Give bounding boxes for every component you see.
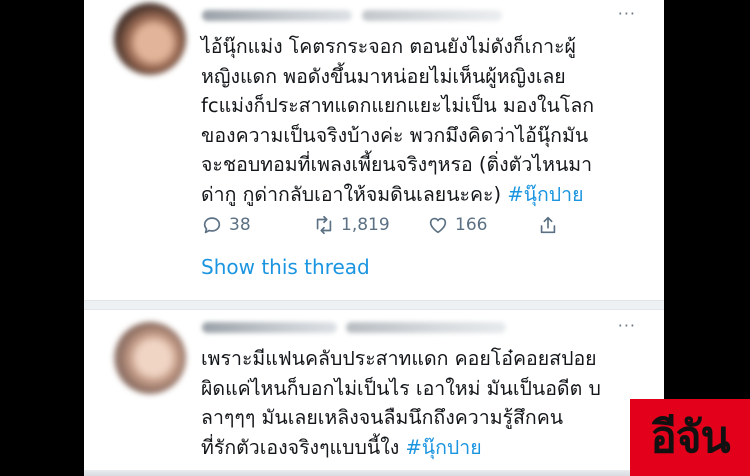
- reply-count: 38: [229, 215, 251, 235]
- more-icon[interactable]: ···: [618, 6, 636, 22]
- avatar[interactable]: [114, 3, 186, 75]
- show-thread-link[interactable]: Show this thread: [201, 254, 370, 280]
- tweet-line: หญิงแดก พอดังขึ้นมาหน่อยไม่เห็นผู้หญิงเล…: [201, 64, 566, 88]
- tweet-text: ไอ้นุ๊กแม่ง โคตรกระจอก ตอนยังไม่ดังก็เกา…: [201, 32, 651, 209]
- blurred-username: [202, 10, 352, 21]
- like-count: 166: [455, 215, 488, 235]
- blurred-username: [202, 322, 337, 333]
- retweet-icon: [316, 215, 332, 235]
- tweet-line: ไอ้นุ๊กแม่ง โคตรกระจอก ตอนยังไม่ดังก็เกา…: [201, 35, 576, 58]
- retweet-count: 1,819: [341, 215, 390, 235]
- blurred-handle: [362, 10, 502, 21]
- tweet-line: ของความเป็นจริงบ้างค่ะ พวกมึงคิดว่าไอ้นุ…: [201, 123, 589, 147]
- share-icon: [540, 216, 556, 234]
- tweet-actions: 38 1,819 166: [201, 214, 556, 242]
- tweet-line: ที่รักตัวเองจริงๆแบบนี้ใง #นุ๊กปาย: [201, 433, 651, 463]
- blurred-handle: [346, 322, 506, 333]
- tweet-line: เพราะมีแฟนคลับประสาทแดก คอยโอ๋คอยสปอย: [201, 347, 597, 370]
- tweet-2: ··· เพราะมีแฟนคลับประสาทแดก คอยโอ๋คอยสปอ…: [84, 310, 664, 476]
- like-button[interactable]: 166: [427, 214, 487, 236]
- tweet-line: จะชอบทอมที่เพลงเพี้ยนจริงๆหรอ (ติ่งตัวไห…: [201, 153, 593, 176]
- brand-logo-text: อีจัน: [650, 411, 730, 463]
- avatar[interactable]: [114, 322, 186, 394]
- retweet-button[interactable]: 1,819: [313, 214, 390, 236]
- tweet-line: ด่ากู กูด่ากลับเอาให้จมดินเลยนะคะ) #นุ๊ก…: [201, 180, 651, 210]
- hashtag-link[interactable]: #นุ๊กปาย: [405, 436, 481, 459]
- reply-button[interactable]: 38: [201, 214, 251, 236]
- tweet-line: ผิดแค่ไหนก็บอกไม่เป็นไร เอาใหม่ มันเป็นอ…: [201, 376, 601, 400]
- screenshot-panel: ··· ไอ้นุ๊กแม่ง โคตรกระจอก ตอนยังไม่ดังก…: [84, 0, 664, 476]
- brand-logo: อีจัน: [630, 399, 750, 476]
- share-button[interactable]: [537, 214, 559, 236]
- tweet-1: ··· ไอ้นุ๊กแม่ง โคตรกระจอก ตอนยังไม่ดังก…: [84, 0, 664, 300]
- more-icon[interactable]: ···: [618, 318, 636, 334]
- hashtag-link[interactable]: #นุ๊กปาย: [507, 183, 583, 206]
- tweet-text: เพราะมีแฟนคลับประสาทแดก คอยโอ๋คอยสปอย ผิ…: [201, 344, 651, 462]
- next-tweet-edge: [84, 470, 664, 476]
- tweet-line-text: ที่รักตัวเองจริงๆแบบนี้ใง: [201, 435, 406, 459]
- tweet-divider: [84, 300, 664, 310]
- tweet-line-text: ด่ากู กูด่ากลับเอาให้จมดินเลยนะคะ): [201, 182, 508, 206]
- reply-icon: [203, 217, 221, 234]
- tweet-line: ลาๆๆๆ มันเลยเหลิงจนลืมนึกถึงความรู้สึกคน: [201, 406, 564, 429]
- heart-icon: [429, 217, 447, 234]
- tweet-line: fcแม่งก็ประสาทแดกแยกแยะไม่เป็น มองในโลก: [201, 94, 595, 117]
